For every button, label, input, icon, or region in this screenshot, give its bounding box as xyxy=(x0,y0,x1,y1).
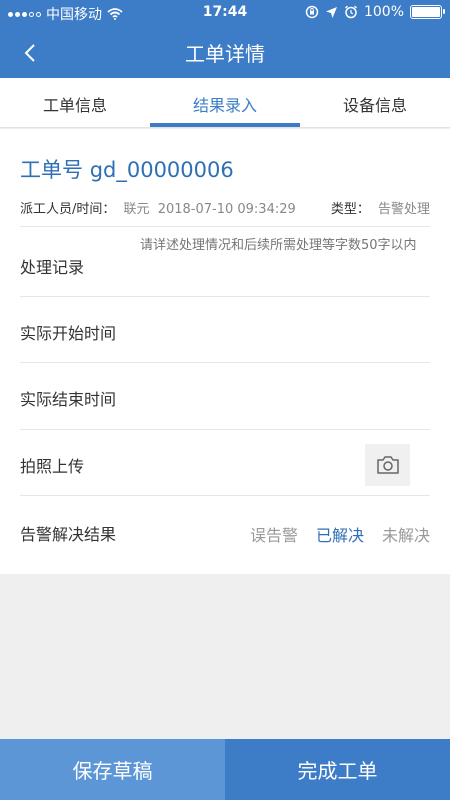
order-type: 类型： 告警处理 xyxy=(331,198,430,217)
battery-icon xyxy=(410,5,445,19)
dispatch-time: 2018-07-10 09:34:29 xyxy=(157,202,296,217)
location-arrow-icon xyxy=(325,6,337,18)
tab-device-info[interactable]: 设备信息 xyxy=(300,78,450,127)
record-row: 处理记录 xyxy=(20,226,430,296)
camera-icon xyxy=(376,456,399,474)
end-time-label: 实际结束时间 xyxy=(20,390,117,409)
record-input[interactable] xyxy=(140,236,430,278)
result-label: 告警解决结果 xyxy=(20,525,117,544)
status-right: 100% xyxy=(305,4,445,20)
order-meta: 派工人员/时间： 联元 2018-07-10 09:34:29 类型： 告警处理 xyxy=(20,198,430,217)
page-title: 工单详情 xyxy=(185,42,265,66)
result-option-resolved[interactable]: 已解决 xyxy=(316,522,364,546)
battery-percent: 100% xyxy=(363,4,404,20)
tab-order-info[interactable]: 工单信息 xyxy=(0,78,150,127)
photo-upload-button[interactable] xyxy=(365,444,410,486)
result-entry-form: 工单号 gd_00000006 派工人员/时间： 联元 2018-07-10 0… xyxy=(0,129,450,574)
order-number-value: gd_00000006 xyxy=(89,158,234,182)
type-label: 类型： xyxy=(330,202,370,217)
result-option-unresolved[interactable]: 未解决 xyxy=(382,522,430,546)
end-time-row[interactable]: 实际结束时间 xyxy=(20,362,430,429)
order-number-label: 工单号 xyxy=(20,158,83,182)
type-value: 告警处理 xyxy=(377,202,430,217)
rotation-lock-icon xyxy=(305,5,319,19)
record-label: 处理记录 xyxy=(20,258,85,277)
dispatcher-name: 联元 xyxy=(123,202,150,217)
order-number: 工单号 gd_00000006 xyxy=(20,154,234,184)
status-bar: 中国移动 17:44 100% xyxy=(0,0,450,26)
result-options: 误告警 已解决 未解决 xyxy=(250,522,430,546)
start-time-row[interactable]: 实际开始时间 xyxy=(20,296,430,362)
photo-row: 拍照上传 xyxy=(20,429,430,495)
battery-level xyxy=(412,7,440,17)
result-option-false-alarm[interactable]: 误告警 xyxy=(250,522,298,546)
bottom-action-bar: 保存草稿 完成工单 xyxy=(0,739,450,800)
start-time-label: 实际开始时间 xyxy=(20,324,117,343)
complete-order-button[interactable]: 完成工单 xyxy=(225,739,450,800)
photo-label: 拍照上传 xyxy=(20,457,85,476)
tab-result-entry[interactable]: 结果录入 xyxy=(150,78,300,127)
save-draft-button[interactable]: 保存草稿 xyxy=(0,739,225,800)
nav-bar: 工单详情 xyxy=(0,26,450,78)
result-row: 告警解决结果 误告警 已解决 未解决 xyxy=(20,495,430,565)
dispatcher-label: 派工人员/时间： xyxy=(20,202,116,217)
tab-bar: 工单信息 结果录入 设备信息 xyxy=(0,78,450,128)
alarm-clock-icon xyxy=(345,5,357,19)
